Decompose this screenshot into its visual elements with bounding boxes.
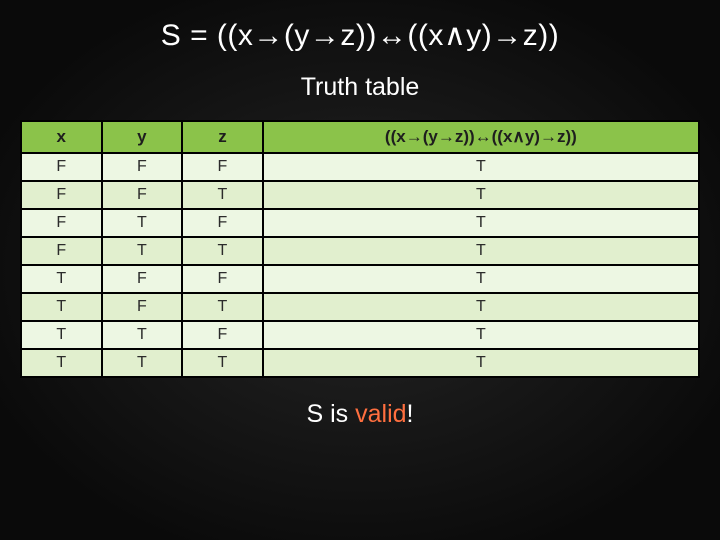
cell-x: T bbox=[22, 266, 101, 292]
cell-z: T bbox=[183, 294, 262, 320]
cell-x: T bbox=[22, 294, 101, 320]
cell-x: T bbox=[22, 322, 101, 348]
slide: S = ((x→(y→z))↔((x∧y)→z)) Truth table x … bbox=[0, 0, 720, 540]
table-row: T F T T bbox=[22, 294, 698, 320]
cell-s: T bbox=[264, 350, 698, 376]
cell-s: T bbox=[264, 182, 698, 208]
subtitle: Truth table bbox=[0, 73, 720, 102]
truth-table: x y z ((x→(y→z))↔((x∧y)→z)) F F F T F F … bbox=[20, 120, 700, 378]
col-header-s: ((x→(y→z))↔((x∧y)→z)) bbox=[264, 122, 698, 152]
cell-x: F bbox=[22, 182, 101, 208]
table-row: T F F T bbox=[22, 266, 698, 292]
cell-z: T bbox=[183, 238, 262, 264]
cell-s: T bbox=[264, 322, 698, 348]
col-header-y: y bbox=[103, 122, 182, 152]
cell-y: F bbox=[103, 266, 182, 292]
table-row: F T F T bbox=[22, 210, 698, 236]
cell-z: T bbox=[183, 350, 262, 376]
cell-z: F bbox=[183, 210, 262, 236]
footer-emph: valid bbox=[355, 400, 406, 428]
footer-suffix: ! bbox=[407, 400, 414, 428]
cell-z: F bbox=[183, 154, 262, 180]
cell-z: F bbox=[183, 266, 262, 292]
cell-y: T bbox=[103, 210, 182, 236]
table-row: T T F T bbox=[22, 322, 698, 348]
table-row: F F F T bbox=[22, 154, 698, 180]
cell-x: F bbox=[22, 238, 101, 264]
cell-y: T bbox=[103, 322, 182, 348]
col-header-x: x bbox=[22, 122, 101, 152]
cell-x: F bbox=[22, 154, 101, 180]
cell-s: T bbox=[264, 154, 698, 180]
cell-x: T bbox=[22, 350, 101, 376]
footer-text: S is valid! bbox=[0, 400, 720, 429]
cell-y: F bbox=[103, 182, 182, 208]
cell-z: T bbox=[183, 182, 262, 208]
footer-prefix: S is bbox=[307, 400, 356, 428]
cell-s: T bbox=[264, 266, 698, 292]
table-row: F T T T bbox=[22, 238, 698, 264]
table-row: F F T T bbox=[22, 182, 698, 208]
cell-y: T bbox=[103, 350, 182, 376]
cell-y: F bbox=[103, 154, 182, 180]
table-row: T T T T bbox=[22, 350, 698, 376]
page-title: S = ((x→(y→z))↔((x∧y)→z)) bbox=[0, 18, 720, 53]
cell-y: T bbox=[103, 238, 182, 264]
col-header-z: z bbox=[183, 122, 262, 152]
cell-s: T bbox=[264, 210, 698, 236]
cell-z: F bbox=[183, 322, 262, 348]
cell-x: F bbox=[22, 210, 101, 236]
cell-y: F bbox=[103, 294, 182, 320]
cell-s: T bbox=[264, 294, 698, 320]
cell-s: T bbox=[264, 238, 698, 264]
table-header-row: x y z ((x→(y→z))↔((x∧y)→z)) bbox=[22, 122, 698, 152]
